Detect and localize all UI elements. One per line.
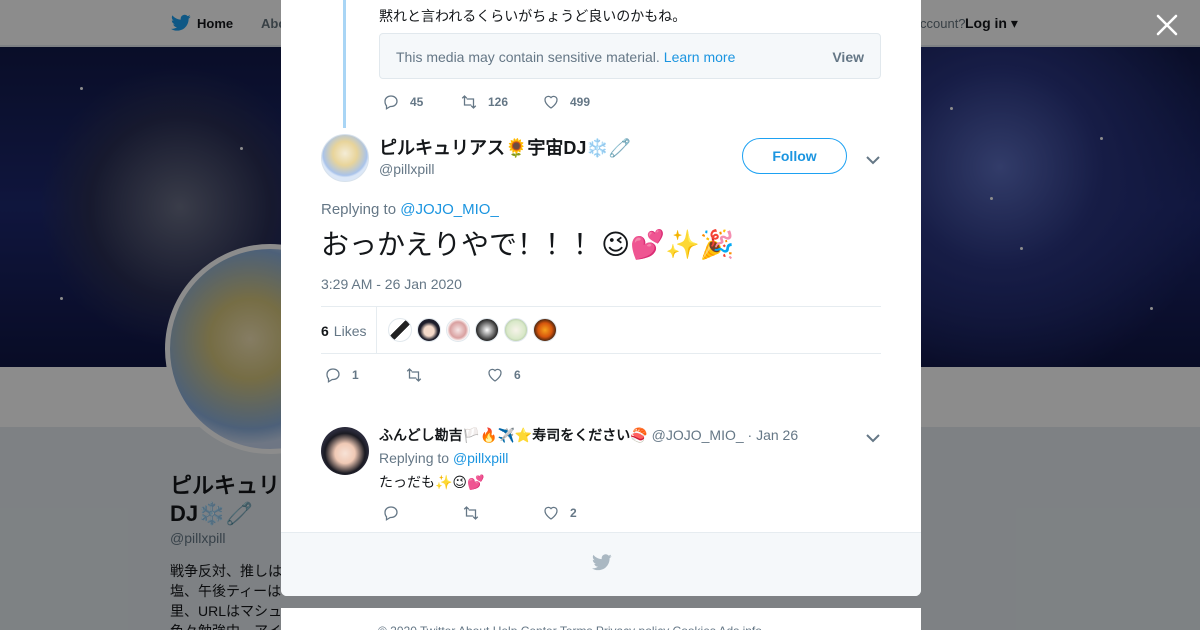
reply-count: 45 xyxy=(410,95,424,109)
like-button[interactable]: 6 xyxy=(486,366,521,384)
liker-avatar[interactable] xyxy=(388,318,412,342)
liker-avatar[interactable] xyxy=(504,318,528,342)
like-count: 2 xyxy=(570,506,577,520)
learn-more-link[interactable]: Learn more xyxy=(664,49,736,65)
reply-replying-to: Replying to @pillxpill xyxy=(379,450,508,466)
heart-icon xyxy=(544,506,558,520)
view-media-button[interactable]: View xyxy=(832,49,864,65)
retweet-icon xyxy=(461,95,477,109)
prev-tweet-text: 黙れと言われるくらいがちょうど良いのかもね。 xyxy=(379,8,687,24)
replying-to: Replying to @JOJO_MIO_ xyxy=(321,201,499,218)
reply-button[interactable] xyxy=(382,504,462,522)
heart-icon xyxy=(488,368,502,382)
reply-button[interactable]: 1 xyxy=(324,366,405,384)
author-avatar[interactable] xyxy=(321,134,369,182)
tweet-timestamp[interactable]: 3:29 AM - 26 Jan 2020 xyxy=(321,276,462,292)
reply-author-name[interactable]: ふんどし勘吉🏳️🔥✈️⭐寿司をください🍣 xyxy=(379,427,648,443)
like-count: 499 xyxy=(570,95,591,109)
reply-replying-to-handle[interactable]: @pillxpill xyxy=(453,450,508,466)
liker-avatar[interactable] xyxy=(533,318,557,342)
thread-connector xyxy=(343,0,346,128)
close-icon[interactable] xyxy=(1154,12,1180,38)
liker-avatar[interactable] xyxy=(446,318,470,342)
main-tweet-actions: 1 6 xyxy=(324,366,521,384)
heart-icon xyxy=(544,95,558,109)
prev-tweet-actions: 45 126 499 xyxy=(382,93,590,111)
likes-stat[interactable]: 6 Likes xyxy=(321,323,366,339)
reply-count: 1 xyxy=(352,368,359,382)
tweet-stats: 6 Likes xyxy=(321,306,881,354)
follow-button[interactable]: Follow xyxy=(742,138,847,174)
sensitive-media-notice: This media may contain sensitive materia… xyxy=(379,33,881,79)
reply-header: ふんどし勘吉🏳️🔥✈️⭐寿司をください🍣 @JOJO_MIO_ · Jan 26 xyxy=(379,425,798,445)
twitter-bird-icon xyxy=(592,554,612,571)
reply-tweet-actions: 2 xyxy=(382,504,577,522)
replying-to-label: Replying to xyxy=(321,201,397,218)
chevron-down-icon xyxy=(866,156,880,165)
footer-links[interactable]: © 2020 Twitter About Help Center Terms P… xyxy=(281,608,921,630)
reply-menu-button[interactable] xyxy=(866,430,880,443)
retweet-button[interactable] xyxy=(462,504,542,522)
like-button[interactable]: 499 xyxy=(542,93,590,111)
reply-text: たっだも✨😉💕 xyxy=(379,475,485,491)
author-name[interactable]: ピルキュリアス🌻宇宙DJ❄️🧷 xyxy=(379,134,631,160)
liker-avatar[interactable] xyxy=(475,318,499,342)
retweet-count: 126 xyxy=(488,95,509,109)
likes-stat-label: Likes xyxy=(333,323,367,339)
author-handle[interactable]: @pillxpill xyxy=(379,161,434,177)
chevron-down-icon xyxy=(866,434,880,443)
reply-icon xyxy=(384,95,398,110)
modal-footer xyxy=(281,532,921,596)
likes-stat-count: 6 xyxy=(321,323,329,339)
reply-icon xyxy=(384,506,398,521)
reply-date[interactable]: · Jan 26 xyxy=(748,427,799,443)
replying-to-handle[interactable]: @JOJO_MIO_ xyxy=(400,201,499,218)
liker-avatar[interactable] xyxy=(417,318,441,342)
reply-button[interactable]: 45 xyxy=(382,93,460,111)
likers-avatars xyxy=(388,318,562,342)
retweet-icon xyxy=(406,368,422,382)
like-count: 6 xyxy=(514,368,521,382)
stats-divider xyxy=(376,307,377,353)
tweet-menu-button[interactable] xyxy=(866,152,880,165)
reply-author-handle[interactable]: @JOJO_MIO_ xyxy=(652,427,744,443)
reply-author-avatar[interactable] xyxy=(321,427,369,475)
retweet-button[interactable]: 126 xyxy=(460,93,542,111)
retweet-icon xyxy=(463,506,479,520)
retweet-button[interactable] xyxy=(405,366,486,384)
sensitive-message: This media may contain sensitive materia… xyxy=(396,49,660,65)
reply-replying-to-label: Replying to xyxy=(379,450,450,466)
like-button[interactable]: 2 xyxy=(542,504,577,522)
tweet-text: おっかえりやで！！！😉💕✨🎉 xyxy=(321,228,735,261)
tweet-permalink-modal: 黙れと言われるくらいがちょうど良いのかもね。 This media may co… xyxy=(281,0,921,596)
reply-icon xyxy=(326,368,340,383)
